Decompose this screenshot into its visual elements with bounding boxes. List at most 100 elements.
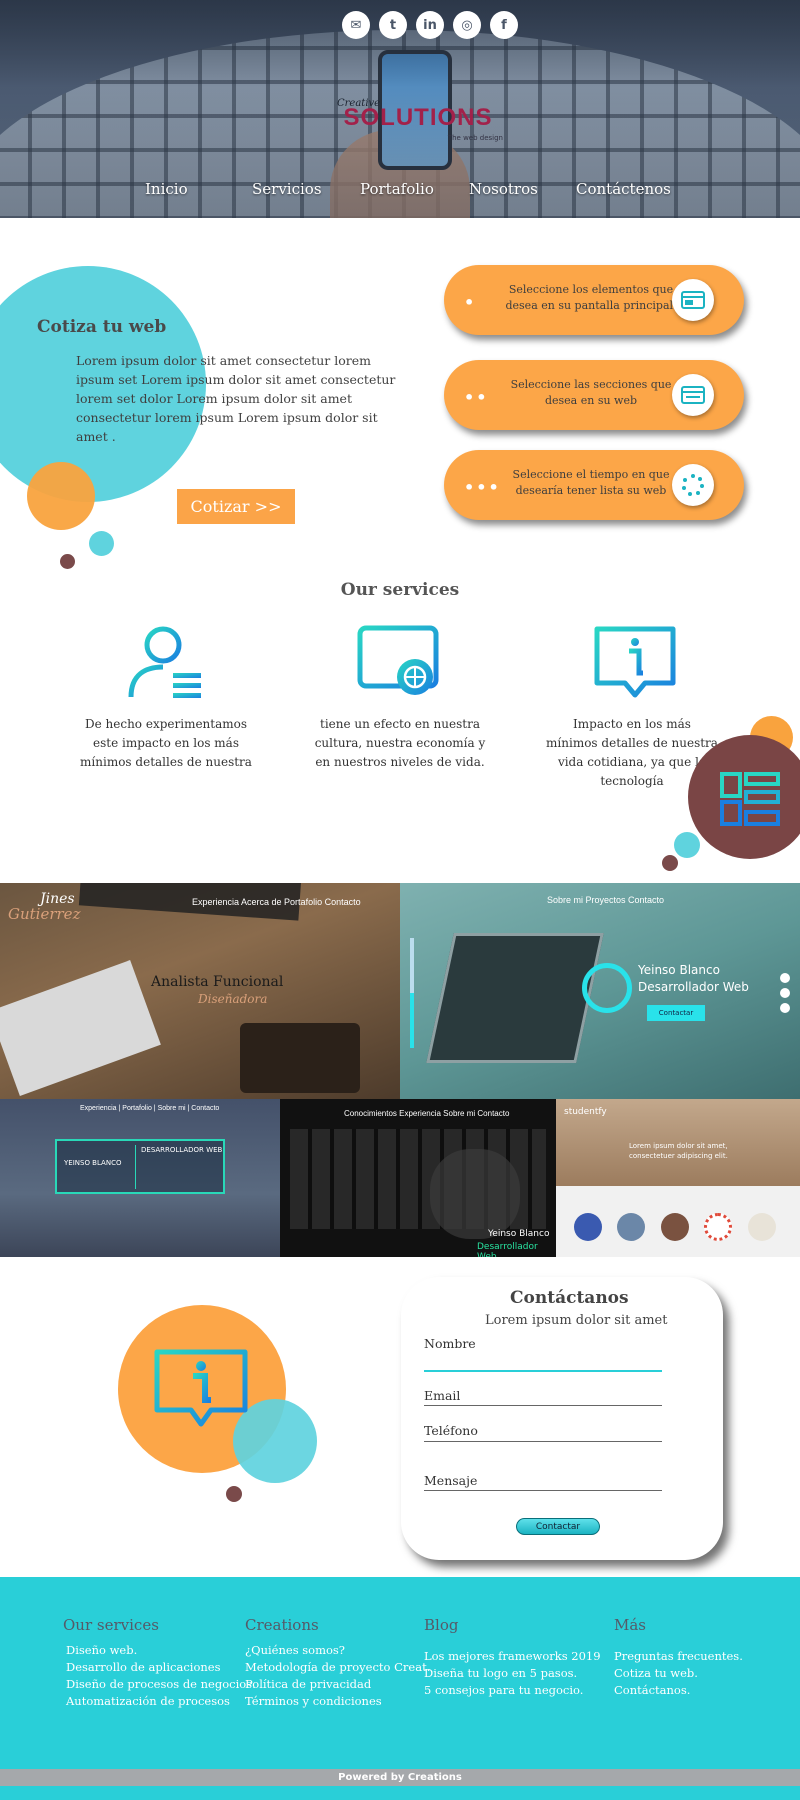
footer-link[interactable]: Preguntas frecuentes. bbox=[614, 1648, 743, 1665]
plus-circle-icon bbox=[582, 963, 632, 1013]
footer-column-blog: Blog Los mejores frameworks 2019 Diseña … bbox=[424, 1616, 601, 1699]
portfolio-item-4[interactable]: Conocimientos Experiencia Sobre mi Conta… bbox=[280, 1099, 556, 1257]
footer-link[interactable]: Desarrollo de aplicaciones bbox=[63, 1659, 256, 1676]
web-globe-icon bbox=[357, 625, 439, 695]
footer-column-title: Blog bbox=[424, 1616, 459, 1634]
mail-icon[interactable]: ✉ bbox=[342, 11, 370, 39]
portfolio-title: Analista Funcional bbox=[151, 974, 284, 990]
nav-nosotros[interactable]: Nosotros bbox=[469, 180, 538, 198]
decor-circle-brown-dot bbox=[662, 855, 678, 871]
decor-circle-cyan-right bbox=[674, 832, 700, 858]
phone-field[interactable] bbox=[424, 1441, 662, 1442]
portfolio-title: YEINSO BLANCO bbox=[64, 1159, 122, 1167]
cotizar-button[interactable]: Cotizar >> bbox=[177, 489, 295, 524]
city-thumbnail bbox=[617, 1213, 645, 1241]
social-dot-icon bbox=[780, 973, 790, 983]
social-links: ✉ t in ◎ f bbox=[342, 11, 518, 39]
step-text: Seleccione las secciones que desea en su… bbox=[510, 378, 672, 407]
portfolio-item-3[interactable]: Experiencia | Portafolio | Sobre mi | Co… bbox=[0, 1099, 280, 1257]
message-field[interactable] bbox=[424, 1490, 662, 1491]
airplane-thumbnail bbox=[748, 1213, 776, 1241]
footer-column-creations: Creations ¿Quiénes somos? Metodología de… bbox=[245, 1616, 430, 1710]
footer-link[interactable]: Diseño de procesos de negocios. bbox=[63, 1676, 256, 1693]
name-field[interactable] bbox=[424, 1370, 662, 1372]
email-field[interactable] bbox=[424, 1405, 662, 1406]
footer-column-title: Our services bbox=[63, 1616, 159, 1634]
portfolio-brand: studentfy bbox=[564, 1107, 607, 1117]
info-chat-icon bbox=[154, 1349, 248, 1427]
portfolio-subtitle: Desarrollador Web bbox=[477, 1242, 538, 1257]
portfolio-name: Gutierrez bbox=[8, 905, 81, 923]
footer-column-more: Más Preguntas frecuentes. Cotiza tu web.… bbox=[614, 1616, 743, 1699]
portfolio-subtitle: DESARROLLADOR WEB bbox=[141, 1146, 223, 1154]
name-label: Nombre bbox=[424, 1336, 476, 1351]
footer-bottom-strip bbox=[0, 1786, 800, 1800]
step-text: Seleccione el tiempo en que desearía ten… bbox=[512, 468, 670, 497]
twitter-icon[interactable]: t bbox=[379, 11, 407, 39]
portfolio-item-5[interactable]: studentfy Lorem ipsum dolor sit amet, co… bbox=[556, 1099, 800, 1257]
browser-window-icon bbox=[672, 279, 714, 321]
footer-link[interactable]: Metodología de proyecto Creat. bbox=[245, 1659, 430, 1676]
footer-link[interactable]: 5 consejos para tu negocio. bbox=[424, 1682, 601, 1699]
phone-label: Teléfono bbox=[424, 1423, 478, 1438]
portfolio-contact-button[interactable]: Contactar bbox=[647, 1005, 705, 1021]
portfolio-nav: Sobre mi Proyectos Contacto bbox=[547, 895, 665, 905]
footer-link[interactable]: Términos y condiciones bbox=[245, 1693, 430, 1710]
footer-link[interactable]: ¿Quiénes somos? bbox=[245, 1642, 430, 1659]
footer-link[interactable]: Contáctanos. bbox=[614, 1682, 743, 1699]
quote-body: Lorem ipsum dolor sit amet consectetur l… bbox=[76, 353, 396, 444]
portfolio-title: Yeinso Blanco bbox=[638, 963, 720, 977]
service-text-1: De hecho experimentamos este impacto en … bbox=[80, 717, 252, 769]
nav-portafolio[interactable]: Portafolio bbox=[360, 180, 434, 198]
contact-title: Contáctanos bbox=[510, 1288, 629, 1308]
layout-grid-icon bbox=[720, 772, 780, 826]
logo-tagline: The web design bbox=[447, 134, 503, 142]
logo[interactable]: Creative SOLUTIONS The web design bbox=[333, 98, 503, 142]
nav-servicios[interactable]: Servicios bbox=[252, 180, 322, 198]
footer-column-title: Creations bbox=[245, 1616, 319, 1634]
browser-sections-icon bbox=[672, 374, 714, 416]
portfolio-nav: Conocimientos Experiencia Sobre mi Conta… bbox=[344, 1109, 510, 1118]
quote-step-1[interactable]: • Seleccione los elementos que desea en … bbox=[444, 265, 744, 335]
portfolio-nav: Experiencia | Portafolio | Sobre mi | Co… bbox=[80, 1105, 220, 1112]
footer-link[interactable]: Política de privacidad bbox=[245, 1676, 430, 1693]
loading-icon bbox=[672, 464, 714, 506]
footer-link[interactable]: Diseño web. bbox=[63, 1642, 256, 1659]
step-dots: • bbox=[464, 293, 477, 312]
instagram-icon[interactable]: ◎ bbox=[453, 11, 481, 39]
logo-small-text: Creative bbox=[337, 98, 381, 109]
contact-submit-button[interactable]: Contactar bbox=[516, 1518, 600, 1535]
portfolio-text: Lorem ipsum dolor sit amet, consectetuer… bbox=[629, 1142, 728, 1160]
portfolio-subtitle: Desarrollador Web bbox=[638, 980, 749, 994]
email-label: Email bbox=[424, 1388, 461, 1403]
footer-link[interactable]: Diseña tu logo en 5 pasos. bbox=[424, 1665, 601, 1682]
quote-step-3[interactable]: ••• Seleccione el tiempo en que desearía… bbox=[444, 450, 744, 520]
calculator-image bbox=[0, 960, 161, 1096]
decor-circle-cyan-small bbox=[89, 531, 114, 556]
footer-column-title: Más bbox=[614, 1616, 646, 1634]
facebook-icon[interactable]: f bbox=[490, 11, 518, 39]
portfolio-subtitle: Diseñadora bbox=[198, 992, 268, 1006]
services-title: Our services bbox=[340, 580, 460, 600]
quote-step-2[interactable]: •• Seleccione las secciones que desea en… bbox=[444, 360, 744, 430]
step-dots: •• bbox=[464, 388, 489, 407]
footer-column-services: Our services Diseño web. Desarrollo de a… bbox=[63, 1616, 256, 1710]
portfolio-item-1[interactable]: Experiencia Acerca de Portafolio Contact… bbox=[0, 883, 400, 1099]
info-chat-icon bbox=[594, 626, 676, 698]
nav-contactenos[interactable]: Contáctenos bbox=[576, 180, 671, 198]
footer-link[interactable]: Los mejores frameworks 2019 bbox=[424, 1648, 601, 1665]
hero-header: ✉ t in ◎ f Creative SOLUTIONS The web de… bbox=[0, 0, 800, 218]
footer-link[interactable]: Cotiza tu web. bbox=[614, 1665, 743, 1682]
message-label: Mensaje bbox=[424, 1473, 478, 1488]
badge-icon bbox=[574, 1213, 602, 1241]
footer-link[interactable]: Automatización de procesos bbox=[63, 1693, 256, 1710]
people-thumbnail bbox=[661, 1213, 689, 1241]
linkedin-icon[interactable]: in bbox=[416, 11, 444, 39]
colorful-thumbnail bbox=[704, 1213, 732, 1241]
nav-inicio[interactable]: Inicio bbox=[145, 180, 188, 198]
social-dot-icon bbox=[780, 988, 790, 998]
portfolio-title: Yeinso Blanco bbox=[488, 1229, 550, 1239]
powered-by: Powered by Creations bbox=[0, 1769, 800, 1786]
portfolio-item-2[interactable]: Sobre mi Proyectos Contacto Yeinso Blanc… bbox=[400, 883, 800, 1099]
step-text: Seleccione los elementos que desea en su… bbox=[505, 283, 677, 312]
